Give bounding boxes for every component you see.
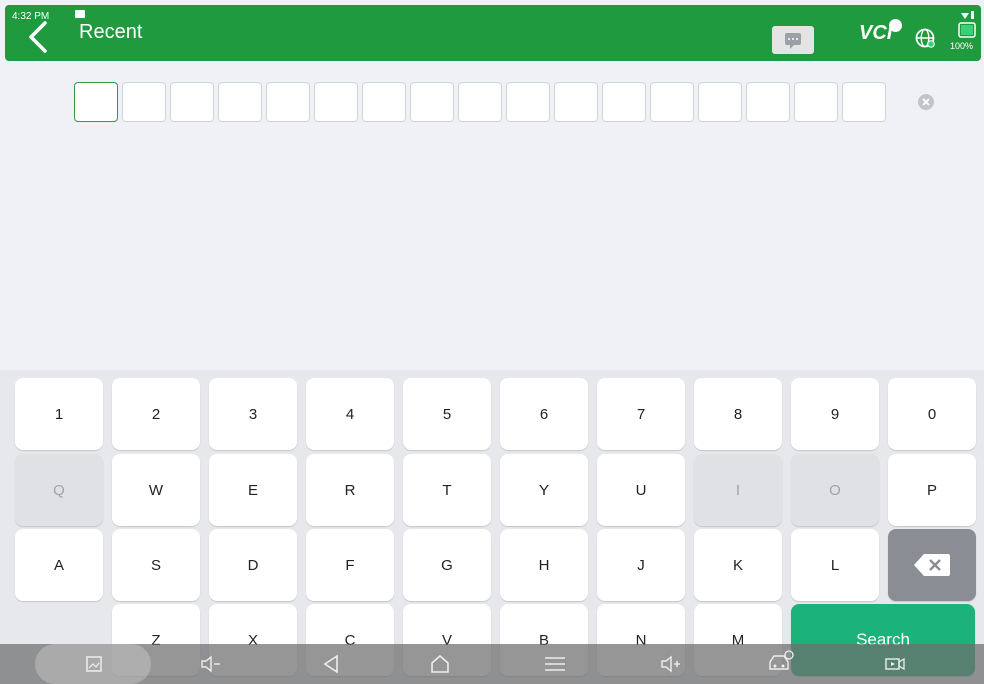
app-header: 4:32 PM Recent VCI 100% xyxy=(5,5,981,61)
globe-icon[interactable] xyxy=(914,27,936,49)
battery-percent: 100% xyxy=(950,41,974,51)
gallery-status-icon xyxy=(75,10,85,18)
input-cell[interactable] xyxy=(458,82,502,122)
key-f[interactable]: F xyxy=(306,529,394,601)
key-9[interactable]: 9 xyxy=(791,378,879,450)
back-nav-icon[interactable] xyxy=(316,650,346,678)
vci-status-icon xyxy=(889,19,902,32)
input-cell[interactable] xyxy=(122,82,166,122)
chat-icon xyxy=(785,33,801,49)
input-cell[interactable] xyxy=(218,82,262,122)
key-7[interactable]: 7 xyxy=(597,378,685,450)
input-cell[interactable] xyxy=(410,82,454,122)
key-1[interactable]: 1 xyxy=(15,378,103,450)
key-6[interactable]: 6 xyxy=(500,378,588,450)
key-i: I xyxy=(694,454,782,526)
input-cell[interactable] xyxy=(362,82,406,122)
input-cell[interactable] xyxy=(794,82,838,122)
input-cell[interactable] xyxy=(170,82,214,122)
screenshot-icon[interactable] xyxy=(79,650,109,678)
keyboard: 1 2 3 4 5 6 7 8 9 0 Q W E R T Y U I O P … xyxy=(0,370,984,684)
vehicle-diagnostic-icon[interactable] xyxy=(766,648,796,676)
key-w[interactable]: W xyxy=(112,454,200,526)
input-cell[interactable] xyxy=(602,82,646,122)
clear-icon[interactable] xyxy=(918,94,934,110)
key-o: O xyxy=(791,454,879,526)
input-cell[interactable] xyxy=(698,82,742,122)
key-k[interactable]: K xyxy=(694,529,782,601)
key-3[interactable]: 3 xyxy=(209,378,297,450)
key-y[interactable]: Y xyxy=(500,454,588,526)
input-cell[interactable] xyxy=(842,82,886,122)
key-l[interactable]: L xyxy=(791,529,879,601)
key-5[interactable]: 5 xyxy=(403,378,491,450)
key-a[interactable]: A xyxy=(15,529,103,601)
page-title: Recent xyxy=(79,21,143,43)
volume-up-icon[interactable] xyxy=(656,650,686,678)
vin-input-row[interactable] xyxy=(74,82,886,122)
back-icon[interactable] xyxy=(23,17,55,57)
backspace-button[interactable] xyxy=(888,529,976,601)
volume-down-icon[interactable] xyxy=(196,650,226,678)
key-t[interactable]: T xyxy=(403,454,491,526)
input-cell[interactable] xyxy=(746,82,790,122)
input-cell[interactable] xyxy=(506,82,550,122)
key-d[interactable]: D xyxy=(209,529,297,601)
key-q: Q xyxy=(15,454,103,526)
key-s[interactable]: S xyxy=(112,529,200,601)
message-button[interactable] xyxy=(772,26,814,54)
input-cell[interactable] xyxy=(650,82,694,122)
key-h[interactable]: H xyxy=(500,529,588,601)
key-j[interactable]: J xyxy=(597,529,685,601)
key-u[interactable]: U xyxy=(597,454,685,526)
key-e[interactable]: E xyxy=(209,454,297,526)
key-2[interactable]: 2 xyxy=(112,378,200,450)
key-0[interactable]: 0 xyxy=(888,378,976,450)
home-icon[interactable] xyxy=(425,650,455,678)
input-cell[interactable] xyxy=(266,82,310,122)
key-4[interactable]: 4 xyxy=(306,378,394,450)
backspace-icon xyxy=(914,554,950,576)
input-cell[interactable] xyxy=(74,82,118,122)
key-8[interactable]: 8 xyxy=(694,378,782,450)
key-p[interactable]: P xyxy=(888,454,976,526)
menu-icon[interactable] xyxy=(540,650,570,678)
input-cell[interactable] xyxy=(314,82,358,122)
key-r[interactable]: R xyxy=(306,454,394,526)
key-g[interactable]: G xyxy=(403,529,491,601)
vci-label[interactable]: VCI xyxy=(859,22,892,45)
screen-record-icon[interactable] xyxy=(880,650,910,678)
input-cell[interactable] xyxy=(554,82,598,122)
